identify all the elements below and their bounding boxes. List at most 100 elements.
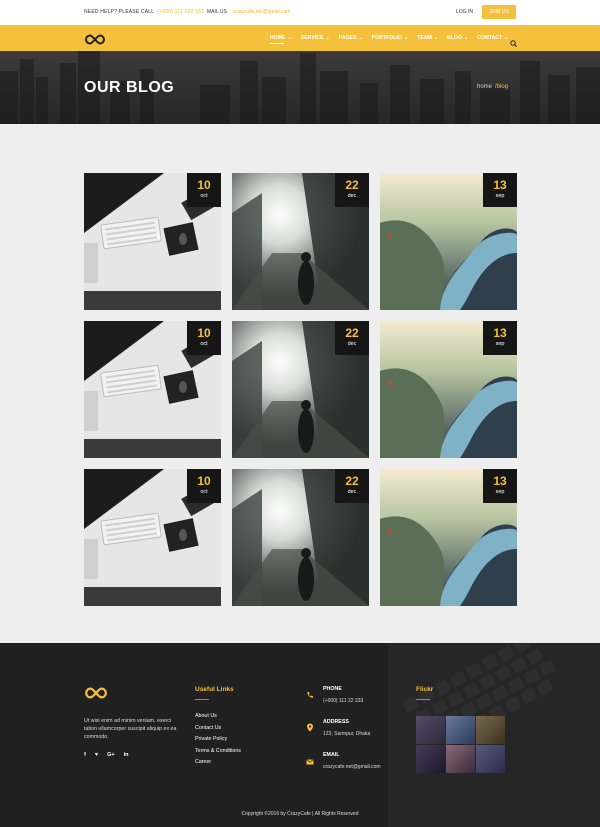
blog-post-card[interactable]: 22 dec (232, 173, 369, 310)
footer-about-text: Ut wisi enim ad minim veniam, exerci tat… (84, 718, 177, 740)
footer-link[interactable]: Contact Us (195, 725, 241, 731)
post-month: dec (347, 193, 357, 199)
post-day: 22 (345, 326, 359, 340)
footer-link[interactable]: Career (195, 759, 241, 765)
login-link[interactable]: LOG IN (456, 9, 473, 15)
contact-item-phone: PHONE (+000) 111 22 333 (306, 686, 381, 704)
useful-links-title: Useful Links (195, 686, 234, 693)
copyright: Copyright ©2016 by CrazyCafe | All Right… (241, 811, 359, 817)
chevron-down-icon: ⌄ (287, 35, 292, 41)
contact-value: (+000) 111 22 333 (323, 698, 364, 704)
post-date-badge: 13 sep (483, 321, 517, 355)
post-month: sep (495, 341, 505, 347)
nav-item-label: BLOG (447, 35, 463, 41)
blog-post-card[interactable]: 10 oct (84, 321, 221, 458)
chevron-down-icon: ⌄ (464, 35, 469, 41)
flickr-photo[interactable] (416, 745, 445, 773)
nav-item-blog[interactable]: BLOG ⌄ (447, 35, 468, 41)
blog-post-card[interactable]: 10 oct (84, 469, 221, 606)
post-date-badge: 22 dec (335, 321, 369, 355)
nav-item-label: SERVICE (300, 35, 324, 41)
nav-item-home[interactable]: HOME ⌄ (270, 35, 292, 44)
footer-link[interactable]: About Us (195, 713, 241, 719)
flickr-photo[interactable] (446, 716, 475, 744)
flickr-photo[interactable] (476, 716, 505, 744)
google-plus-icon[interactable]: G+ (107, 752, 115, 758)
flickr-photo[interactable] (416, 716, 445, 744)
post-month: dec (347, 489, 357, 495)
post-date-badge: 10 oct (187, 321, 221, 355)
nav-item-label: PORTFOLIO (371, 35, 402, 41)
post-month: oct (200, 489, 208, 495)
breadcrumb: home/blog (477, 84, 508, 90)
top-bar: NEED HELP? PLEASE CALL (+000) 111 222 333… (0, 0, 600, 25)
title-divider (195, 699, 209, 700)
help-phone[interactable]: (+000) 111 222 333 (157, 9, 204, 15)
nav-menu: HOME ⌄ SERVICE ⌄ PAGES ⌄ PORTFOLIO ⌄ TEAM ⌄ BLOG ⌄ C… (270, 35, 517, 44)
join-button[interactable]: JOIN US (482, 5, 516, 19)
post-day: 13 (493, 326, 507, 340)
flickr-title: Flickr (416, 686, 434, 693)
post-day: 10 (197, 178, 211, 192)
post-month: oct (200, 193, 208, 199)
contact-item-address: ADDRESS 123, Sarmpur, Dhaka (306, 719, 381, 737)
facebook-icon[interactable]: f (84, 752, 86, 758)
chevron-down-icon: ⌄ (433, 35, 439, 41)
logo-icon[interactable] (84, 32, 106, 50)
nav-item-team[interactable]: TEAM ⌄ (417, 35, 438, 41)
footer-useful-links: Useful Links About Us Contact Us Private P… (195, 686, 241, 771)
flickr-photo[interactable] (476, 745, 505, 773)
nav-item-portfolio[interactable]: PORTFOLIO ⌄ (372, 35, 408, 41)
phone-icon (306, 686, 315, 698)
footer-link[interactable]: Terms & Conditions (195, 748, 241, 754)
post-day: 10 (197, 474, 211, 488)
post-date-badge: 10 oct (187, 173, 221, 207)
main-nav: HOME ⌄ SERVICE ⌄ PAGES ⌄ PORTFOLIO ⌄ TEAM ⌄ BLOG ⌄ C… (0, 25, 600, 51)
nav-item-label: HOME (270, 35, 286, 41)
mail-line: MAIL US crazycafe.net@gmail.com (207, 9, 290, 15)
chevron-down-icon: ⌄ (325, 35, 330, 41)
breadcrumb-home[interactable]: home (477, 84, 492, 90)
blog-post-card[interactable]: 22 dec (232, 321, 369, 458)
mail-address[interactable]: crazycafe.net@gmail.com (233, 9, 291, 15)
contact-title: ADDRESS (323, 719, 349, 725)
blog-post-card[interactable]: 13 sep (380, 469, 517, 606)
post-date-badge: 13 sep (483, 173, 517, 207)
title-divider (416, 699, 430, 700)
useful-links-list: About Us Contact Us Private Policy Terms & … (195, 713, 241, 765)
footer-link[interactable]: Private Policy (195, 736, 241, 742)
search-icon[interactable] (510, 34, 517, 52)
post-day: 22 (345, 474, 359, 488)
flickr-photo[interactable] (446, 745, 475, 773)
post-date-badge: 10 oct (187, 469, 221, 503)
blog-post-card[interactable]: 22 dec (232, 469, 369, 606)
post-month: oct (200, 341, 208, 347)
nav-item-label: CONTACT (477, 35, 503, 41)
post-day: 13 (493, 178, 507, 192)
contact-value: crazycafe.net@gmail.com (323, 764, 381, 770)
post-month: sep (495, 489, 505, 495)
post-month: dec (347, 341, 357, 347)
contact-value: 123, Sarmpur, Dhaka (323, 731, 371, 737)
post-day: 13 (493, 474, 507, 488)
blog-post-card[interactable]: 13 sep (380, 321, 517, 458)
social-links: f ♥ G+ in (84, 752, 184, 758)
nav-item-pages[interactable]: PAGES ⌄ (339, 35, 363, 41)
nav-item-label: TEAM (417, 35, 432, 41)
location-icon (306, 719, 315, 732)
chevron-down-icon: ⌄ (358, 35, 363, 41)
help-line: NEED HELP? PLEASE CALL (+000) 111 222 333 (84, 9, 204, 15)
linkedin-icon[interactable]: in (124, 752, 129, 758)
footer-logo-icon[interactable] (84, 686, 184, 704)
twitter-icon[interactable]: ♥ (95, 752, 98, 758)
footer: Ut wisi enim ad minim veniam, exerci tat… (0, 643, 600, 827)
nav-item-contact[interactable]: CONTACT ⌄ (477, 35, 508, 41)
footer-contact: PHONE (+000) 111 22 333 ADDRESS 123, Sarmpu… (306, 686, 381, 785)
post-date-badge: 22 dec (335, 173, 369, 207)
blog-post-card[interactable]: 13 sep (380, 173, 517, 310)
page-hero: OUR BLOG (0, 51, 600, 124)
flickr-gallery (416, 716, 505, 773)
nav-item-service[interactable]: SERVICE ⌄ (301, 35, 330, 41)
blog-post-card[interactable]: 10 oct (84, 173, 221, 310)
contact-title: PHONE (323, 686, 342, 692)
